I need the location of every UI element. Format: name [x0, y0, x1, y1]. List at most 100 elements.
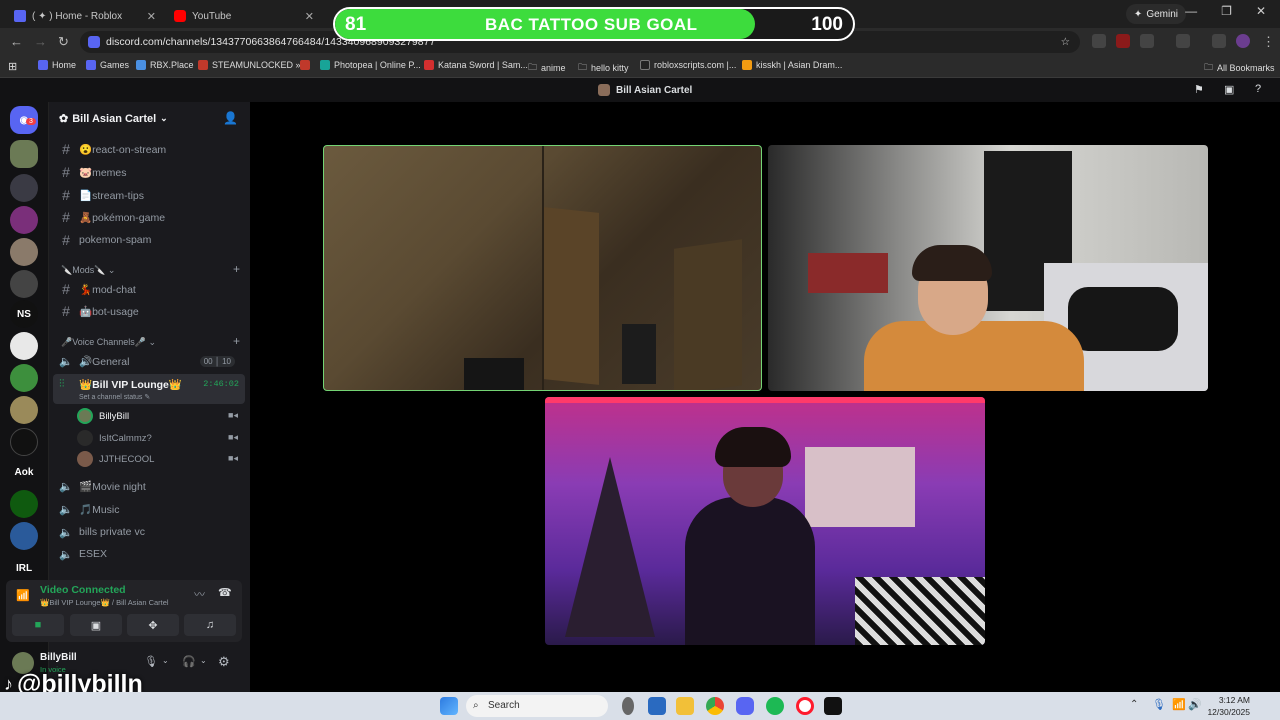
server-icon[interactable]	[10, 140, 38, 168]
bookmark-item[interactable]: Photopea | Online P...	[320, 60, 421, 70]
server-icon[interactable]	[10, 174, 38, 202]
discord-icon[interactable]	[736, 697, 754, 715]
video-tile-purple-room[interactable]	[545, 397, 985, 645]
forward-arrow-icon[interactable]: →	[34, 34, 47, 49]
channel-memes[interactable]: # 🐷memes	[59, 162, 243, 182]
tab-roblox[interactable]: ( ✦ ) Home - Roblox ✕	[6, 4, 162, 28]
bookmark-item[interactable]: Katana Sword | Sam...	[424, 60, 528, 70]
bookmark-folder[interactable]: 🗀 hello kitty	[578, 60, 629, 76]
disconnect-icon[interactable]: ☎	[218, 586, 232, 599]
chevron-down-icon[interactable]: ⌄	[162, 656, 169, 665]
server-icon[interactable]	[10, 364, 38, 392]
microphone-icon[interactable]: 🎙	[144, 655, 158, 668]
server-icon[interactable]	[10, 332, 38, 360]
puzzle-icon[interactable]	[1140, 34, 1154, 48]
chevron-up-icon[interactable]: ⌃	[1130, 699, 1138, 710]
channel-pokemon-game[interactable]: # 🧸pokémon-game	[59, 207, 243, 227]
extension-icon[interactable]	[1116, 34, 1130, 48]
chrome-icon[interactable]	[706, 697, 724, 715]
extension-icon[interactable]	[1092, 34, 1106, 48]
system-clock[interactable]: 3:12 AM 12/30/2025	[1207, 694, 1250, 718]
store-icon[interactable]	[648, 697, 666, 715]
server-icon-aok[interactable]: Aok	[10, 458, 38, 486]
microphone-tray-icon[interactable]: 🎙	[1152, 698, 1166, 711]
server-icon[interactable]	[10, 522, 38, 550]
add-channel-icon[interactable]: +	[233, 334, 240, 348]
voice-location[interactable]: 👑Bill VIP Lounge👑 / Bill Asian Cartel	[40, 598, 169, 607]
category-voice[interactable]: 🎤Voice Channels🎤 ⌄	[61, 337, 156, 348]
mouse-icon[interactable]	[622, 697, 634, 715]
server-icon[interactable]	[10, 206, 38, 234]
add-member-icon[interactable]: 👤	[223, 111, 238, 125]
tab-youtube[interactable]: YouTube ✕	[166, 4, 320, 28]
chevron-down-icon[interactable]: ⌄	[200, 656, 207, 665]
taskbar-search[interactable]: ⌕ Search	[466, 695, 608, 717]
noise-suppression-icon[interactable]: 〰	[194, 586, 205, 602]
bookmark-item[interactable]: Games	[86, 60, 129, 70]
voice-channel-music[interactable]: 🔈 🎵Music	[59, 499, 243, 519]
back-arrow-icon[interactable]: ←	[10, 34, 23, 49]
bookmark-item[interactable]: Home	[38, 60, 76, 70]
cast-icon[interactable]	[1176, 34, 1190, 48]
opera-icon[interactable]	[796, 697, 814, 715]
server-icon[interactable]	[10, 270, 38, 298]
channel-react-on-stream[interactable]: # 😮react-on-stream	[59, 139, 243, 159]
server-icon[interactable]	[10, 238, 38, 266]
channel-mod-chat[interactable]: # 💃mod-chat	[59, 279, 243, 299]
close-tab-icon[interactable]: ✕	[305, 10, 314, 23]
voice-channel-esex[interactable]: 🔈 ESEX	[59, 544, 243, 564]
bookmark-item[interactable]: kisskh | Asian Dram...	[742, 60, 842, 70]
profile-avatar[interactable]	[1236, 34, 1250, 48]
channel-bot-usage[interactable]: # 🤖bot-usage	[59, 301, 243, 321]
voice-channel-general[interactable]: 🔈 🔊General 00 │ 10	[59, 351, 243, 371]
reload-icon[interactable]: ↻	[58, 34, 69, 50]
server-icon[interactable]	[10, 396, 38, 424]
settings-gear-icon[interactable]: ⚙	[218, 654, 230, 670]
inbox-icon[interactable]: ▣	[1224, 83, 1234, 96]
server-icon-irl[interactable]: IRL	[10, 554, 38, 582]
kebab-menu-icon[interactable]: ⋮	[1262, 34, 1275, 50]
server-icon[interactable]	[10, 428, 38, 456]
help-icon[interactable]: ?	[1255, 83, 1261, 95]
close-window-icon[interactable]: ✕	[1256, 4, 1266, 18]
app-icon[interactable]	[824, 697, 842, 715]
bookmark-item[interactable]: RBX.Place	[136, 60, 194, 70]
site-info-icon[interactable]	[88, 36, 100, 48]
star-icon[interactable]: ☆	[1061, 31, 1070, 53]
minimize-icon[interactable]: —	[1185, 4, 1197, 18]
bookmark-item[interactable]: STEAMUNLOCKED »...	[198, 60, 308, 70]
voice-channel-vip-lounge[interactable]: ⫶⫶ 👑Bill VIP Lounge👑 2:46:02 Set a chann…	[53, 374, 245, 404]
wifi-icon[interactable]: 📶	[1172, 698, 1186, 711]
server-icon-ns[interactable]: NS	[10, 300, 38, 328]
channel-status[interactable]: Set a channel status ✎	[79, 393, 150, 401]
apps-grid-icon[interactable]: ⊞	[8, 60, 17, 73]
tab-search-icon[interactable]	[1212, 34, 1226, 48]
bookmark-folder[interactable]: 🗀 anime	[528, 60, 566, 76]
file-explorer-icon[interactable]	[676, 697, 694, 715]
add-channel-icon[interactable]: +	[233, 262, 240, 276]
voice-user[interactable]: JJTHECOOL	[77, 449, 154, 469]
spotify-icon[interactable]	[766, 697, 784, 715]
server-icon[interactable]	[10, 490, 38, 518]
voice-channel-bills-private[interactable]: 🔈 bills private vc	[59, 522, 243, 542]
share-screen-button[interactable]: ▣	[70, 614, 122, 636]
video-tile-empty-room[interactable]	[323, 145, 762, 391]
gemini-button[interactable]: ✦ Gemini	[1125, 4, 1186, 24]
flag-icon[interactable]: ⚑	[1194, 83, 1204, 96]
bookmark-item[interactable]: robloxscripts.com |...	[640, 60, 736, 70]
voice-channel-movie-night[interactable]: 🔈 🎬Movie night	[59, 476, 243, 496]
close-tab-icon[interactable]: ✕	[147, 10, 156, 23]
volume-icon[interactable]: 🔊	[1188, 698, 1202, 711]
bookmark-item[interactable]	[300, 60, 310, 70]
category-mods[interactable]: 🔪Mods🔪 ⌄	[61, 265, 115, 276]
camera-button[interactable]: ■	[12, 614, 64, 636]
restore-icon[interactable]: ❐	[1221, 4, 1232, 18]
video-tile-webcam-user[interactable]	[768, 145, 1208, 391]
channel-stream-tips[interactable]: # 📄stream-tips	[59, 185, 243, 205]
all-bookmarks[interactable]: 🗀 All Bookmarks	[1204, 60, 1275, 76]
soundboard-button[interactable]: ♫	[184, 614, 236, 636]
headphones-icon[interactable]: 🎧	[182, 655, 196, 668]
windows-start-icon[interactable]	[440, 697, 458, 715]
voice-user[interactable]: IsItCalmmz?	[77, 428, 152, 448]
voice-user[interactable]: BillyBill	[77, 406, 129, 426]
